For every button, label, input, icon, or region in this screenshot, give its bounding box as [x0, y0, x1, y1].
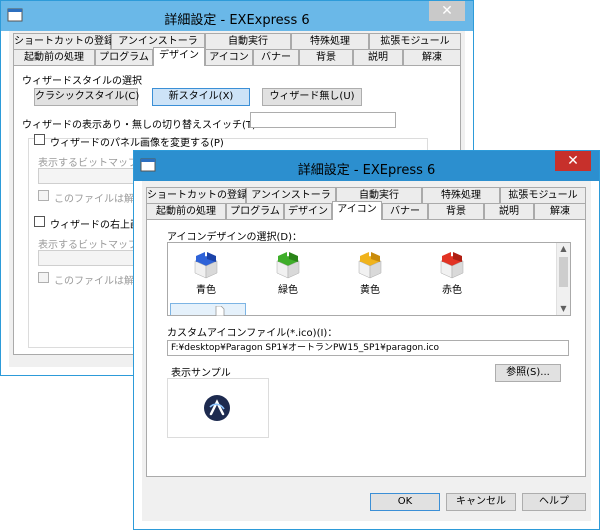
tab-banner[interactable]: バナー	[382, 203, 428, 219]
tab-uninstaller[interactable]: アンインストーラ	[246, 187, 336, 203]
close-icon: ✕	[441, 3, 453, 19]
extract-checkbox-2[interactable]	[38, 272, 49, 283]
ok-button[interactable]: OK	[370, 493, 440, 511]
icon-option-red[interactable]: 赤色	[424, 249, 480, 296]
scroll-thumb[interactable]	[559, 257, 568, 287]
back-tab-program[interactable]: プログラム	[95, 49, 153, 65]
back-close-button[interactable]: ✕	[429, 1, 465, 21]
front-window-title: 詳細設定 - EXEpress 6	[297, 163, 436, 178]
back-window-title: 詳細設定 - EXExpress 6	[164, 13, 310, 28]
tab-icon[interactable]: アイコン	[332, 201, 382, 220]
icon-option-blue-label: 青色	[196, 285, 216, 296]
help-button[interactable]: ヘルプ	[522, 493, 586, 511]
paragon-logo-icon	[204, 395, 230, 421]
red-box-icon	[440, 252, 464, 279]
preview-label: 表示サンプル	[171, 368, 231, 379]
back-tab-design[interactable]: デザイン	[153, 47, 205, 66]
preview-box	[167, 378, 269, 438]
icon-option-blue[interactable]: 青色	[178, 249, 234, 296]
icon-design-label: アイコンデザインの選択(D)：	[167, 232, 303, 243]
front-dialog-window: 詳細設定 - EXEpress 6 ✕ ショートカットの登録 アンインストーラ …	[133, 150, 600, 530]
icon-option-green[interactable]: 緑色	[260, 249, 316, 296]
close-icon: ✕	[567, 153, 579, 169]
back-tab-extension[interactable]: 拡張モジュール	[369, 33, 461, 49]
wizard-toggle-input[interactable]	[250, 112, 396, 128]
back-tab-banner[interactable]: バナー	[253, 49, 299, 65]
extract-checkbox-1[interactable]	[38, 190, 49, 201]
icon-design-list[interactable]: 青色 緑色 黄色 赤色 ▲ ▼	[167, 242, 571, 316]
wizard-style-label: ウィザードスタイルの選択	[22, 76, 142, 87]
scroll-down-icon[interactable]: ▼	[557, 303, 570, 315]
icon-list-scrollbar[interactable]: ▲ ▼	[556, 243, 570, 315]
back-tab-special[interactable]: 特殊処理	[291, 33, 369, 49]
custom-icon-path-input[interactable]: F:¥desktop¥Paragon SP1¥オートランPW15_SP1¥par…	[167, 340, 569, 356]
new-style-button[interactable]: 新スタイル(X)	[152, 88, 250, 106]
back-tab-icon[interactable]: アイコン	[205, 49, 253, 65]
back-tab-description[interactable]: 説明	[353, 49, 403, 65]
back-tab-prelaunch[interactable]: 起動前の処理	[13, 49, 95, 65]
no-wizard-button[interactable]: ウィザード無し(U)	[262, 88, 362, 106]
tab-prelaunch[interactable]: 起動前の処理	[146, 203, 226, 219]
tab-special[interactable]: 特殊処理	[422, 187, 500, 203]
tab-extract[interactable]: 解凍	[534, 203, 586, 219]
tab-extension[interactable]: 拡張モジュール	[500, 187, 586, 203]
tab-program[interactable]: プログラム	[226, 203, 284, 219]
document-icon	[215, 306, 225, 316]
tab-shortcut[interactable]: ショートカットの登録	[146, 187, 247, 203]
tab-design[interactable]: デザイン	[284, 203, 332, 219]
blue-box-icon	[194, 252, 218, 279]
cancel-button[interactable]: キャンセル	[446, 493, 516, 511]
tab-background[interactable]: 背景	[428, 203, 484, 219]
front-title-bar[interactable]: 詳細設定 - EXEpress 6 ✕	[134, 151, 599, 181]
front-close-button[interactable]: ✕	[555, 151, 591, 171]
green-box-icon	[276, 252, 300, 279]
icon-option-yellow-label: 黄色	[360, 285, 380, 296]
panel-image-check-label: ウィザードのパネル画像を変更する(P)	[50, 138, 224, 149]
back-tab-autorun[interactable]: 自動実行	[205, 33, 291, 49]
icon-tab-panel: アイコンデザインの選択(D)： 青色 緑色 黄色 赤色 ▲ ▼ カスタムアイコン…	[146, 219, 586, 477]
back-tab-extract[interactable]: 解凍	[403, 49, 461, 65]
tab-description[interactable]: 説明	[484, 203, 534, 219]
front-client-area: ショートカットの登録 アンインストーラ 自動実行 特殊処理 拡張モジュール 起動…	[142, 181, 591, 521]
icon-option-red-label: 赤色	[442, 285, 462, 296]
wizard-toggle-label: ウィザードの表示あり・無しの切り替えスイッチ(T)：	[22, 120, 266, 131]
custom-icon-label: カスタムアイコンファイル(*.ico)(I)：	[167, 328, 338, 339]
scroll-up-icon[interactable]: ▲	[557, 243, 570, 255]
icon-option-yellow[interactable]: 黄色	[342, 249, 398, 296]
back-tab-shortcut[interactable]: ショートカットの登録	[13, 33, 114, 49]
yellow-box-icon	[358, 252, 382, 279]
browse-button[interactable]: 参照(S)...	[495, 364, 561, 382]
icon-list-selected-item[interactable]	[170, 303, 246, 316]
icon-option-green-label: 緑色	[278, 285, 298, 296]
top-right-image-checkbox[interactable]	[34, 216, 45, 227]
panel-image-checkbox[interactable]	[34, 134, 45, 145]
back-tab-background[interactable]: 背景	[299, 49, 353, 65]
back-title-bar[interactable]: 詳細設定 - EXExpress 6 ✕	[1, 1, 473, 31]
classic-style-button[interactable]: クラシックスタイル(C)	[34, 88, 139, 106]
